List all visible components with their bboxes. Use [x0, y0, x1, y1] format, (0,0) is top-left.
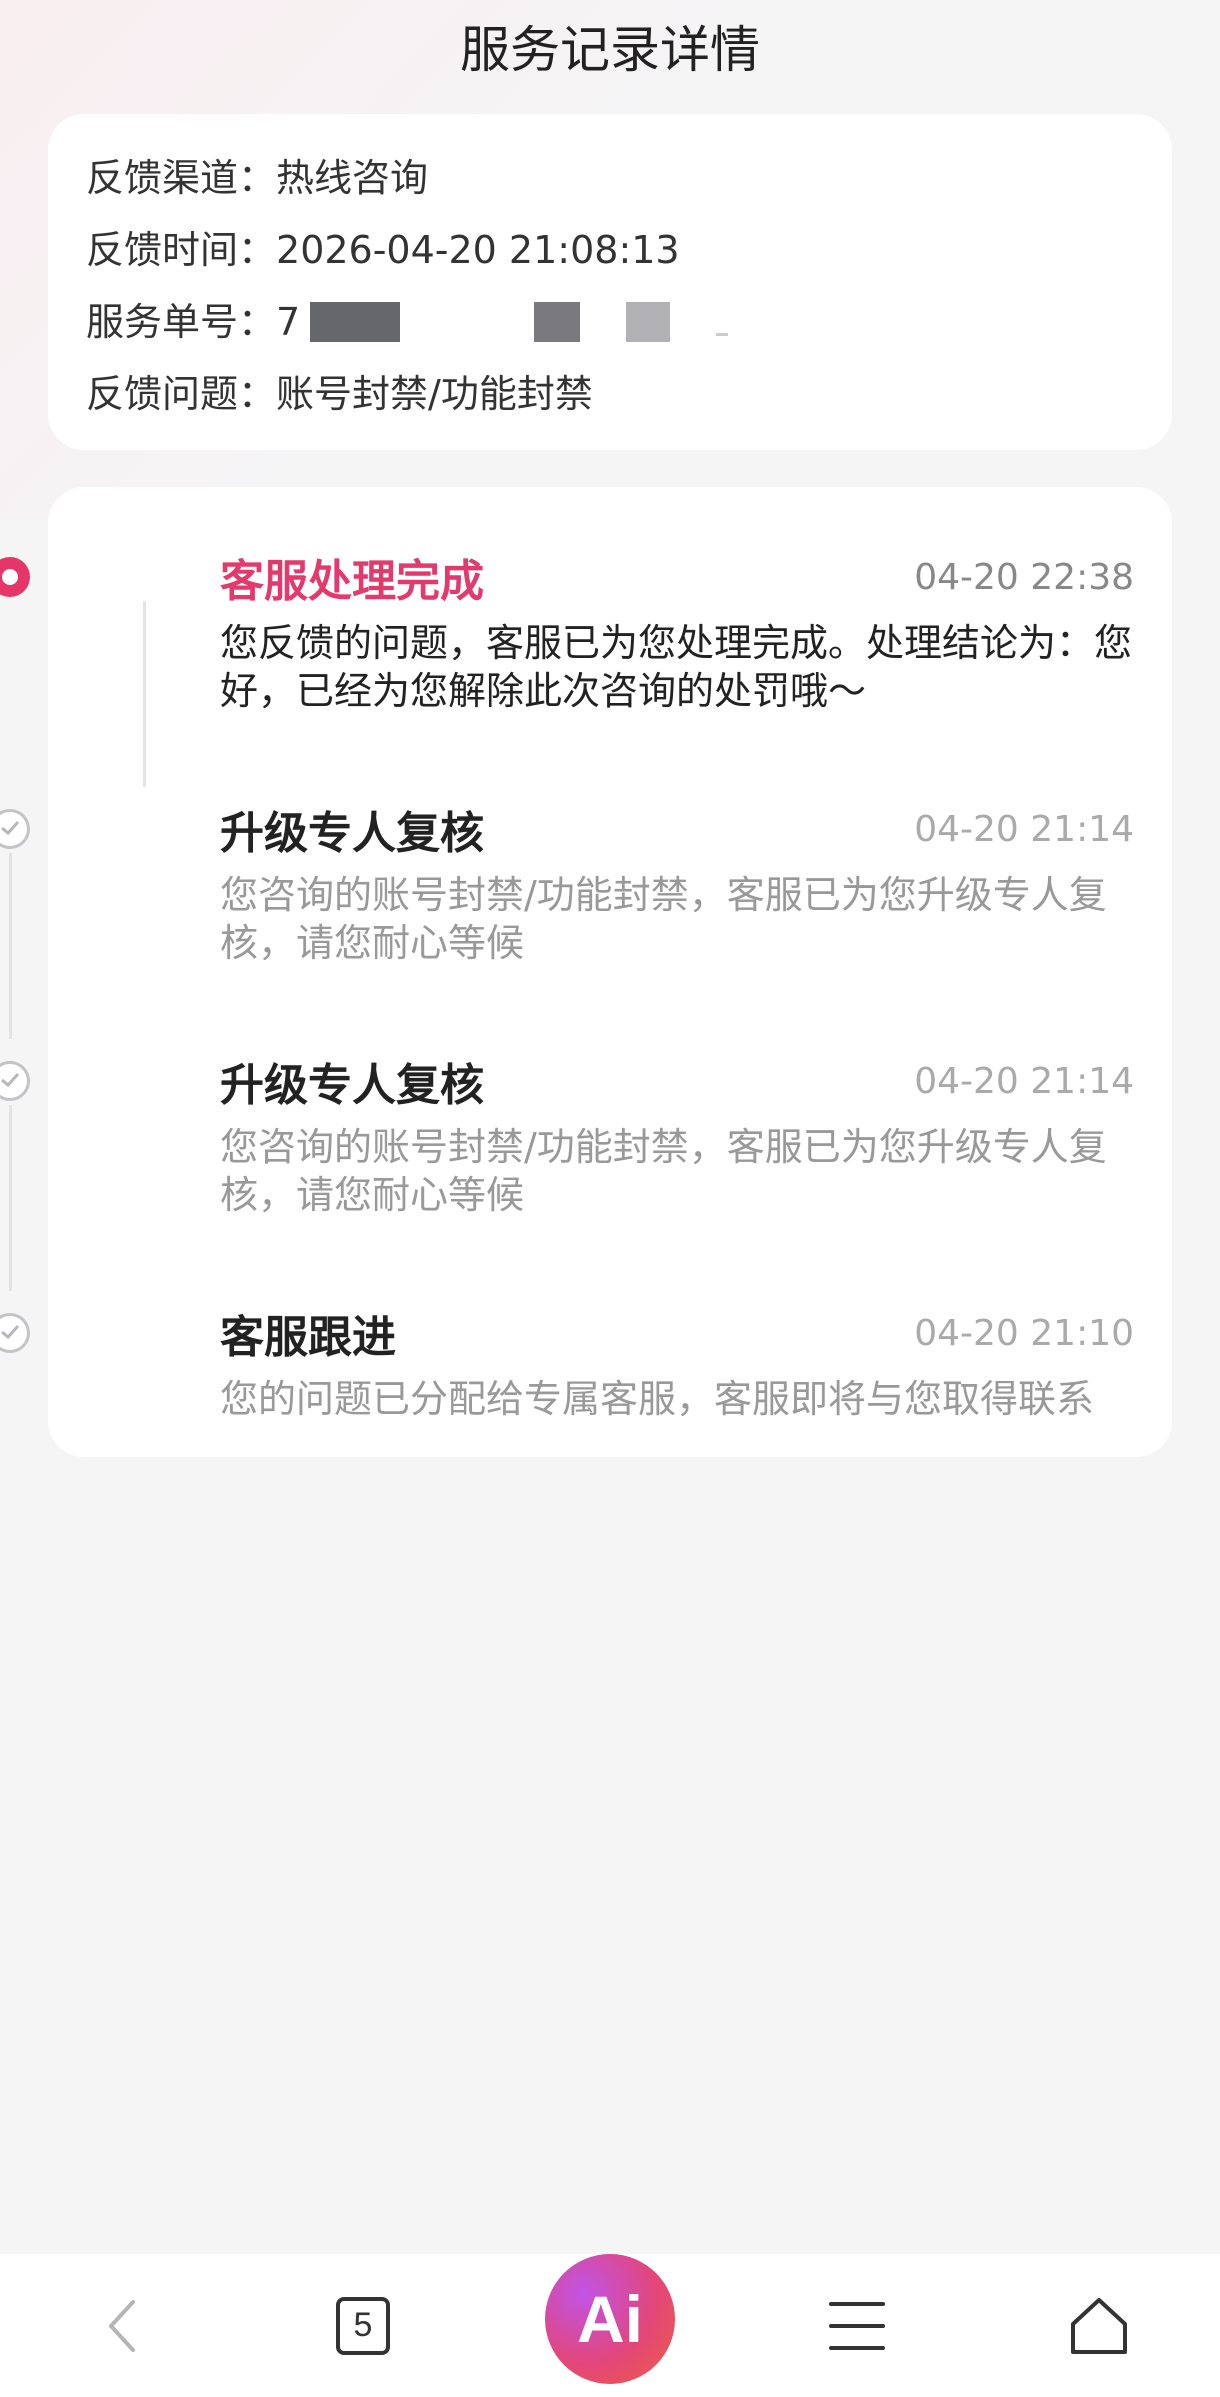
home-button[interactable]: [1039, 2266, 1159, 2386]
back-arrow-icon: [109, 2299, 135, 2352]
timeline-item-desc: 您咨询的账号封禁/功能封禁，客服已为您升级专人复核，请您耐心等候: [220, 1125, 1107, 1217]
back-button[interactable]: [61, 2266, 181, 2386]
timeline-active-dot-icon: [0, 557, 30, 597]
feedback-info-card: 反馈渠道： 热线咨询 反馈时间： 2026-04-20 21:08:13 服务单…: [48, 114, 1172, 450]
order-label: 服务单号：: [86, 300, 277, 344]
timeline-item-time: 04-20 22:38: [914, 556, 1134, 598]
ai-assistant-button[interactable]: Ai: [545, 2253, 675, 2384]
timeline-item-header: 客服跟进 04-20 21:10: [220, 1291, 1134, 1375]
check-circle-icon: [0, 1313, 30, 1353]
timeline-item: 客服处理完成 04-20 22:38 您反馈的问题，客服已为您处理完成。处理结论…: [0, 535, 1134, 787]
timeline-item: 升级专人复核 04-20 21:14 您咨询的账号封禁/功能封禁，客服已为您升级…: [0, 1039, 1134, 1291]
timeline-item-desc: 您的问题已分配给专属客服，客服即将与您取得联系: [220, 1377, 1095, 1421]
timeline-item-time: 04-20 21:10: [914, 1312, 1134, 1354]
info-row-time: 反馈时间： 2026-04-20 21:08:13: [86, 214, 1134, 286]
menu-button[interactable]: [797, 2266, 917, 2386]
bottom-navigation-bar: 5 Ai: [0, 2253, 1220, 2397]
redacted-block: [534, 302, 581, 342]
tabs-button[interactable]: 5: [303, 2266, 423, 2386]
order-value: 7: [276, 300, 301, 344]
redacted-block: [310, 302, 401, 342]
time-label: 反馈时间：: [86, 228, 277, 272]
redacted-block: [716, 332, 729, 336]
channel-value: 热线咨询: [276, 156, 429, 200]
timeline-connector: [9, 1105, 12, 1291]
timeline-item-title: 升级专人复核: [220, 1060, 484, 1111]
timeline-item-title: 客服处理完成: [220, 556, 484, 607]
timeline-item-header: 升级专人复核 04-20 21:14: [220, 1039, 1134, 1123]
timeline-item-desc: 您咨询的账号封禁/功能封禁，客服已为您升级专人复核，请您耐心等候: [220, 873, 1107, 965]
timeline-item: 升级专人复核 04-20 21:14 您咨询的账号封禁/功能封禁，客服已为您升级…: [0, 787, 1134, 1039]
timeline-item-time: 04-20 21:14: [914, 1060, 1134, 1102]
timeline-item-desc: 您反馈的问题，客服已为您处理完成。处理结论为：您好，已经为您解除此次咨询的处罚哦…: [220, 621, 1133, 713]
check-circle-icon: [0, 1061, 30, 1101]
page-title: 服务记录详情: [460, 21, 760, 79]
home-icon: [1071, 2297, 1127, 2354]
timeline-item: 客服跟进 04-20 21:10 您的问题已分配给专属客服，客服即将与您取得联系: [0, 1291, 1134, 1451]
menu-icon: [829, 2301, 885, 2350]
tabs-icon: 5: [336, 2296, 390, 2355]
timeline-item-title: 升级专人复核: [220, 808, 484, 859]
timeline-item-header: 客服处理完成 04-20 22:38: [220, 535, 1134, 619]
info-row-order: 服务单号： 7: [86, 286, 1134, 358]
channel-label: 反馈渠道：: [86, 156, 277, 200]
time-value: 2026-04-20 21:08:13: [276, 228, 680, 272]
info-row-channel: 反馈渠道： 热线咨询: [86, 142, 1134, 214]
issue-value: 账号封禁/功能封禁: [276, 372, 593, 416]
timeline-item-time: 04-20 21:14: [914, 808, 1134, 850]
timeline-item-title: 客服跟进: [220, 1312, 396, 1363]
redacted-block: [626, 302, 671, 342]
ai-assistant-icon: Ai: [577, 2281, 643, 2356]
issue-label: 反馈问题：: [86, 372, 277, 416]
timeline-item-header: 升级专人复核 04-20 21:14: [220, 787, 1134, 871]
service-timeline-card: 客服处理完成 04-20 22:38 您反馈的问题，客服已为您处理完成。处理结论…: [0, 487, 1172, 1457]
timeline-connector: [9, 853, 12, 1039]
timeline-connector: [143, 601, 146, 787]
info-row-issue: 反馈问题： 账号封禁/功能封禁: [86, 358, 1134, 430]
check-circle-icon: [0, 809, 30, 849]
